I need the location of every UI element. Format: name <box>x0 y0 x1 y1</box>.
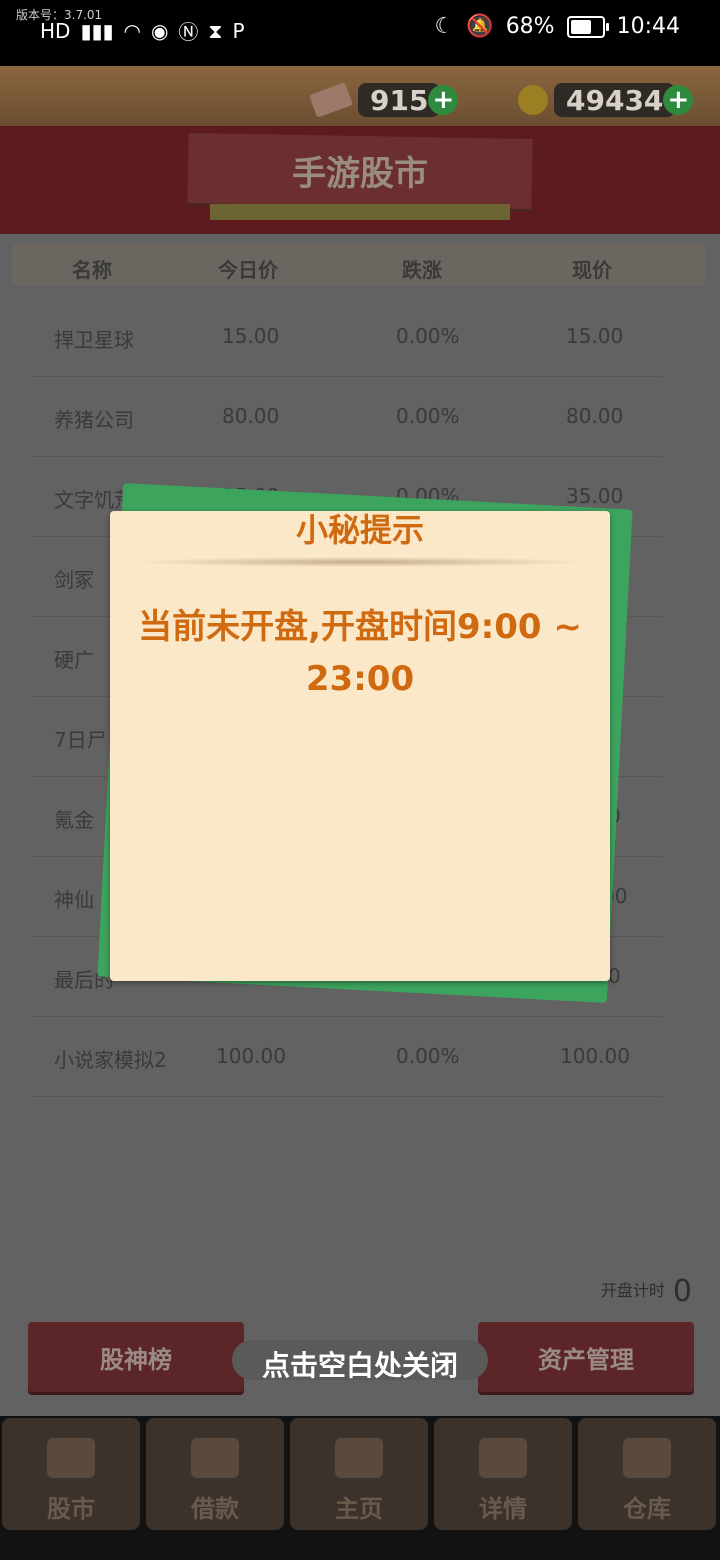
column-current-price: 现价 <box>572 258 612 282</box>
today-price: 100.00 <box>216 1044 286 1068</box>
nav-label: 仓库 <box>623 1495 671 1523</box>
battery-icon <box>566 15 609 38</box>
battery-fill <box>570 19 591 34</box>
piggy-bank-icon <box>191 1438 239 1478</box>
nav-label: 主页 <box>335 1495 383 1523</box>
nfc-icon: Ⓝ <box>178 20 199 44</box>
moon-icon: ☾ <box>434 14 455 39</box>
table-row[interactable]: 捍卫星球 15.00 0.00% 15.00 <box>32 296 662 377</box>
close-hint-text[interactable]: 点击空白处关闭 <box>232 1344 488 1384</box>
change: 0.00% <box>396 404 460 428</box>
resource-bar: 915 + 49434 + <box>0 66 720 126</box>
chart-icon <box>47 1438 95 1478</box>
coin-icon <box>518 85 548 115</box>
notice-dialog: 小秘提示 当前未开盘,开盘时间9:00 ~ 23:00 <box>110 511 610 981</box>
bottom-nav: 股市 借款 主页 详情 仓库 <box>0 1416 720 1560</box>
table-row[interactable]: 小说家模拟2 100.00 0.00% 100.00 <box>32 1016 662 1097</box>
stock-name: 小说家模拟2 <box>54 1048 167 1072</box>
status-icons-left: HD ▮▮▮ ◠ ◉ Ⓝ ⧗ P <box>40 16 245 45</box>
dialog-title: 小秘提示 <box>295 511 424 549</box>
current-price: 100.00 <box>560 1044 630 1068</box>
stock-name: 捍卫星球 <box>54 328 134 352</box>
today-price: 80.00 <box>222 404 280 428</box>
change: 0.00% <box>396 1044 460 1068</box>
title-tape <box>210 204 510 220</box>
column-today-price: 今日价 <box>218 258 278 282</box>
eye-icon: ◉ <box>150 18 169 43</box>
add-cash-button[interactable]: + <box>428 85 459 115</box>
hd-icon: HD <box>40 18 71 43</box>
signal-icon: ▮▮▮ <box>80 18 114 43</box>
nav-stock-market[interactable]: 股市 <box>2 1418 140 1530</box>
warehouse-icon <box>623 1438 671 1478</box>
cash-icon <box>309 82 353 118</box>
nav-label: 借款 <box>191 1495 239 1523</box>
current-price: 80.00 <box>566 404 624 428</box>
clock: 10:44 <box>616 14 680 39</box>
status-bar: 版本号：3.7.01 HD ▮▮▮ ◠ ◉ Ⓝ ⧗ P ☾ 🔕 68% 10:4… <box>0 0 720 66</box>
asset-management-button[interactable]: 资产管理 <box>478 1322 694 1392</box>
nav-label: 股市 <box>47 1495 95 1523</box>
home-icon <box>335 1438 383 1478</box>
change: 0.00% <box>396 324 460 348</box>
stock-name: 剑冢 <box>54 568 94 592</box>
market-countdown: 开盘计时 0 <box>601 1274 692 1309</box>
table-row[interactable]: 养猪公司 80.00 0.00% 80.00 <box>32 376 662 457</box>
mute-icon: 🔕 <box>466 14 494 39</box>
hourglass-icon: ⧗ <box>208 18 223 43</box>
nav-warehouse[interactable]: 仓库 <box>578 1418 716 1530</box>
countdown-value: 0 <box>672 1274 692 1309</box>
nav-details[interactable]: 详情 <box>434 1418 572 1530</box>
nav-label: 详情 <box>479 1495 527 1523</box>
table-header: 名称 今日价 跌涨 现价 <box>12 244 706 286</box>
today-price: 15.00 <box>222 324 280 348</box>
status-icons-right: ☾ 🔕 68% 10:44 <box>435 14 680 39</box>
dialog-message: 当前未开盘,开盘时间9:00 ~ 23:00 <box>138 607 582 699</box>
countdown-label: 开盘计时 <box>600 1281 665 1300</box>
stock-name: 7日尸 <box>54 728 107 752</box>
profile-card-icon <box>479 1438 527 1478</box>
cash-resource: 915 + <box>309 80 459 120</box>
p-icon: P <box>232 18 245 43</box>
current-price: 35.00 <box>566 484 624 508</box>
wifi-icon: ◠ <box>123 18 141 43</box>
ranking-button[interactable]: 股神榜 <box>28 1322 244 1392</box>
add-coin-button[interactable]: + <box>663 85 694 115</box>
nav-loan[interactable]: 借款 <box>146 1418 284 1530</box>
nav-home[interactable]: 主页 <box>290 1418 428 1530</box>
page-header: 手游股市 <box>0 126 720 234</box>
column-change: 跌涨 <box>402 258 442 282</box>
stock-name: 神仙 <box>54 888 94 912</box>
current-price: 15.00 <box>566 324 624 348</box>
stock-name: 硬广 <box>54 648 94 672</box>
stock-name: 养猪公司 <box>54 408 134 432</box>
column-name: 名称 <box>72 258 112 282</box>
coin-resource: 49434 + <box>518 80 694 120</box>
coin-value: 49434 <box>554 83 676 117</box>
battery-percent: 68% <box>505 14 555 39</box>
stock-name: 氪金 <box>54 808 94 832</box>
page-title: 手游股市 <box>292 154 428 194</box>
dialog-divider <box>130 557 590 567</box>
